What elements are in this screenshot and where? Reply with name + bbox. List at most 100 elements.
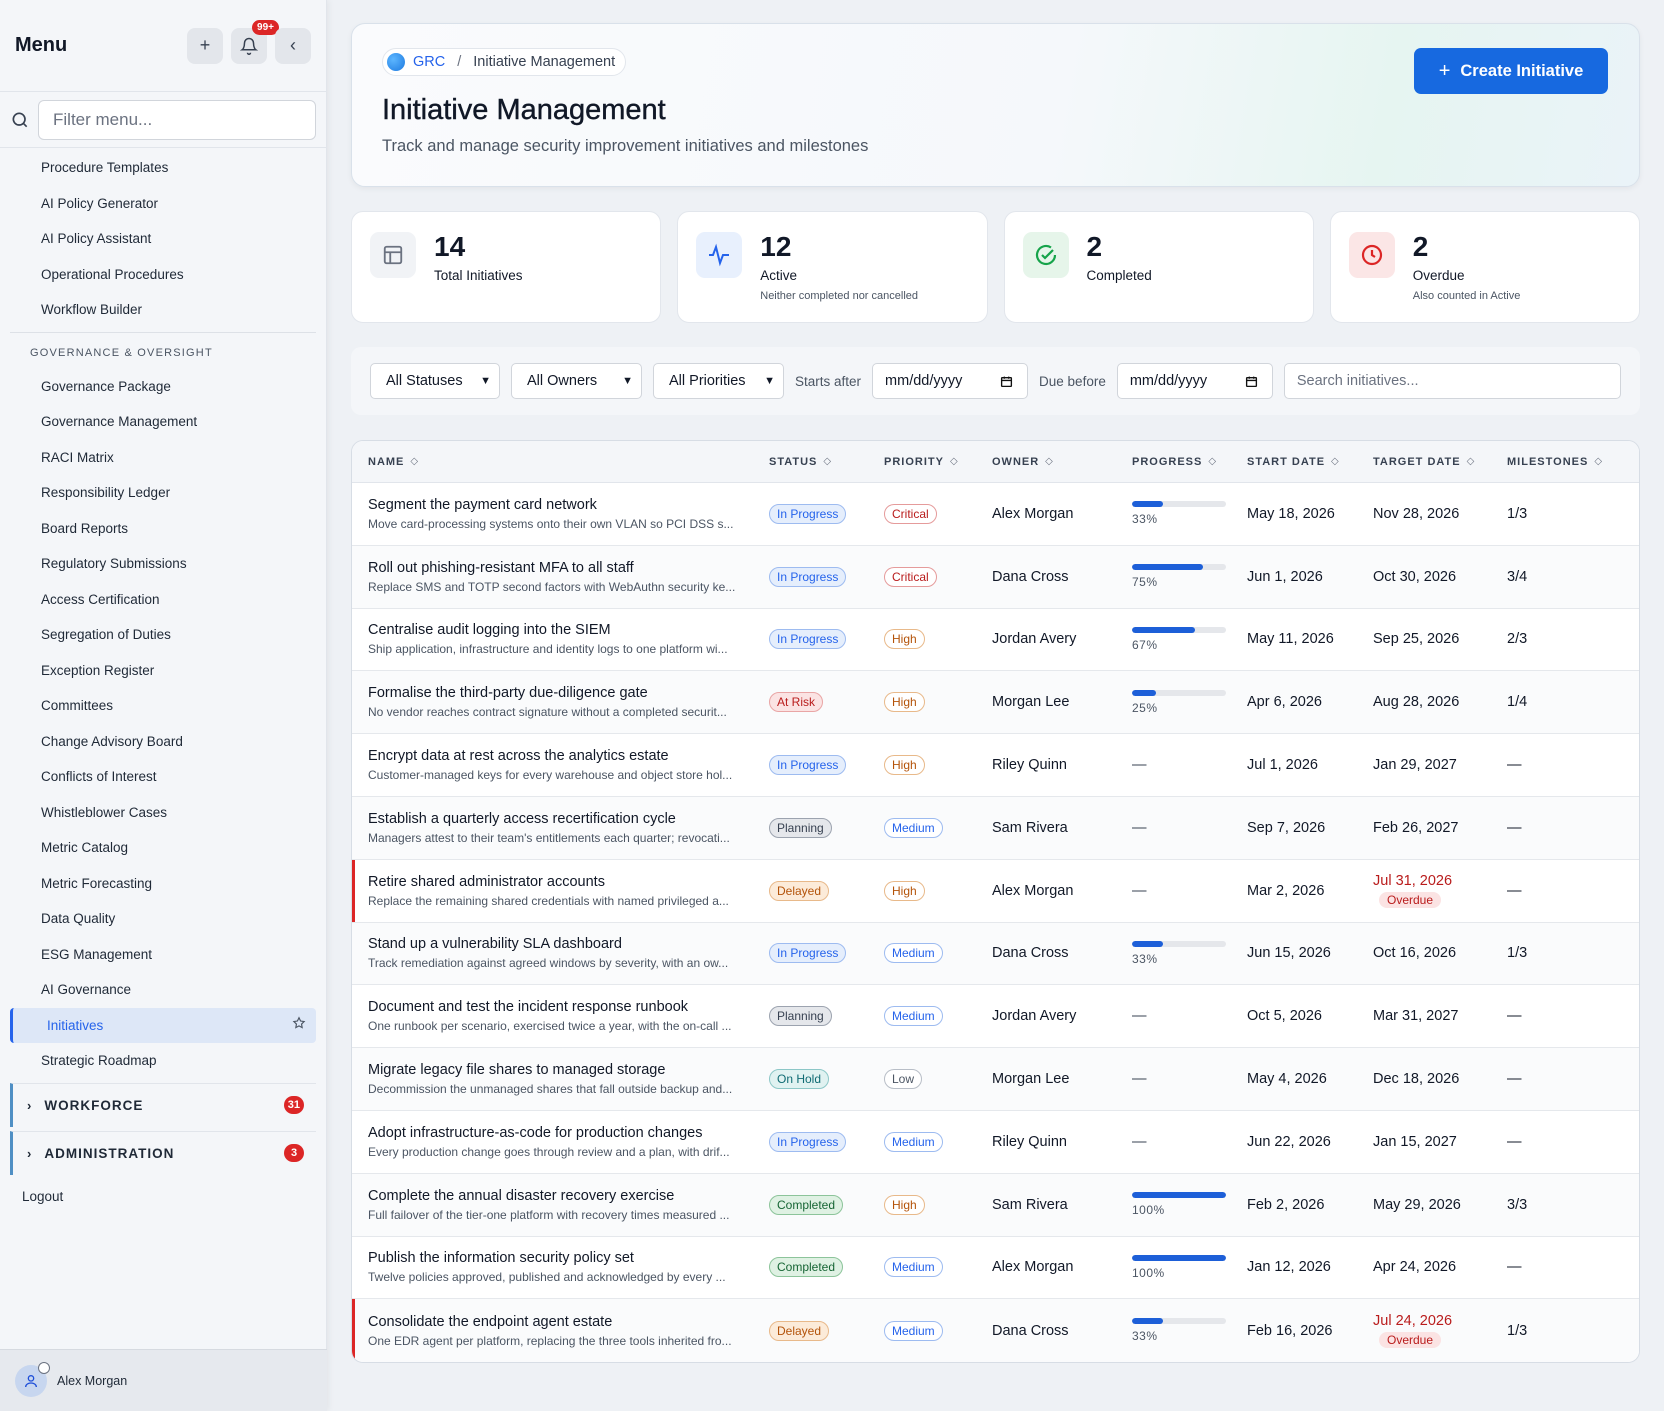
- column-header-status[interactable]: STATUS ◇: [769, 456, 884, 468]
- initiative-name[interactable]: Migrate legacy file shares to managed st…: [368, 1062, 769, 1078]
- chevron-left-icon: ‹: [290, 35, 296, 55]
- status-cell: Planning: [769, 1006, 884, 1027]
- breadcrumb-separator: /: [457, 54, 462, 70]
- sidebar-item-change-advisory-board[interactable]: Change Advisory Board: [0, 724, 326, 760]
- progress-empty: —: [1132, 1133, 1147, 1150]
- sidebar-group-workforce[interactable]: › WORKFORCE 31: [10, 1082, 316, 1127]
- initiative-name[interactable]: Encrypt data at rest across the analytic…: [368, 748, 769, 764]
- sidebar-item-ai-policy-assistant[interactable]: AI Policy Assistant: [0, 221, 326, 257]
- sidebar-item-exception-register[interactable]: Exception Register: [0, 653, 326, 689]
- initiative-name[interactable]: Stand up a vulnerability SLA dashboard: [368, 936, 769, 952]
- progress-empty: —: [1132, 1071, 1147, 1088]
- initiative-name[interactable]: Roll out phishing-resistant MFA to all s…: [368, 560, 769, 576]
- sidebar-item-workflow-builder[interactable]: Workflow Builder: [0, 292, 326, 328]
- column-header-name[interactable]: NAME ◇: [352, 456, 769, 468]
- sidebar-item-operational-procedures[interactable]: Operational Procedures: [0, 257, 326, 293]
- column-header-target-date[interactable]: TARGET DATE ◇: [1373, 456, 1507, 468]
- notifications-button[interactable]: 99+: [231, 19, 279, 64]
- status-cell: At Risk: [769, 692, 884, 713]
- search-initiatives-input[interactable]: Search initiatives...: [1283, 363, 1621, 399]
- table-row[interactable]: Consolidate the endpoint agent estate One…: [352, 1299, 1639, 1363]
- column-header-milestones[interactable]: MILESTONES ◇: [1507, 456, 1617, 468]
- sidebar-item-strategic-roadmap[interactable]: Strategic Roadmap: [0, 1043, 326, 1079]
- table-row[interactable]: Establish a quarterly access recertifica…: [352, 796, 1639, 860]
- table-row[interactable]: Centralise audit logging into the SIEM Sh…: [352, 609, 1639, 672]
- initiative-name[interactable]: Publish the information security policy …: [368, 1250, 769, 1266]
- table-row[interactable]: Retire shared administrator accounts Repl…: [352, 859, 1639, 923]
- sidebar-item-governance-management[interactable]: Governance Management: [0, 404, 326, 440]
- status-cell: In Progress: [769, 629, 884, 650]
- sidebar-item-whistleblower-cases[interactable]: Whistleblower Cases: [0, 795, 326, 831]
- table-row[interactable]: Publish the information security policy …: [352, 1237, 1639, 1300]
- owner-filter[interactable]: All Owners ▼: [511, 363, 642, 399]
- initiative-name[interactable]: Centralise audit logging into the SIEM: [368, 622, 769, 638]
- sidebar-item-metric-catalog[interactable]: Metric Catalog: [0, 830, 326, 866]
- breadcrumb-root[interactable]: GRC: [413, 54, 445, 70]
- create-initiative-button[interactable]: + Create Initiative: [1414, 48, 1608, 94]
- owner-cell: Morgan Lee: [992, 694, 1070, 711]
- sidebar-item-conflicts-of-interest[interactable]: Conflicts of Interest: [0, 759, 326, 795]
- plus-icon: +: [1438, 59, 1451, 82]
- user-profile[interactable]: Alex Morgan: [0, 1349, 327, 1411]
- sidebar-item-metric-forecasting[interactable]: Metric Forecasting: [0, 866, 326, 902]
- table-row[interactable]: Roll out phishing-resistant MFA to all s…: [352, 545, 1639, 609]
- sidebar-item-ai-policy-generator[interactable]: AI Policy Generator: [0, 186, 326, 222]
- starts-after-input[interactable]: mm/dd/yyyy: [872, 363, 1029, 399]
- sidebar-item-esg-management[interactable]: ESG Management: [0, 937, 326, 973]
- table-row[interactable]: Migrate legacy file shares to managed st…: [352, 1048, 1639, 1111]
- sidebar-group-administration[interactable]: › ADMINISTRATION 3: [10, 1130, 316, 1175]
- table-row[interactable]: Adopt infrastructure-as-code for product…: [352, 1111, 1639, 1174]
- sidebar-item-governance-package[interactable]: Governance Package: [0, 369, 326, 405]
- sidebar-item-data-quality[interactable]: Data Quality: [0, 901, 326, 937]
- sidebar-item-raci-matrix[interactable]: RACI Matrix: [0, 440, 326, 476]
- status-cell: Delayed: [769, 880, 884, 901]
- initiative-name[interactable]: Establish a quarterly access recertifica…: [368, 811, 769, 827]
- status-cell: In Progress: [769, 1131, 884, 1152]
- sidebar-item-responsibility-ledger[interactable]: Responsibility Ledger: [0, 475, 326, 511]
- sidebar-item-access-certification[interactable]: Access Certification: [0, 582, 326, 618]
- sidebar-item-board-reports[interactable]: Board Reports: [0, 511, 326, 547]
- initiative-name[interactable]: Retire shared administrator accounts: [368, 874, 769, 890]
- initiative-name[interactable]: Consolidate the endpoint agent estate: [368, 1314, 769, 1330]
- initiative-name[interactable]: Document and test the incident response …: [368, 999, 769, 1015]
- priority-cell: High: [884, 692, 992, 713]
- target-date-cell: Jul 31, 2026 Overdue: [1373, 873, 1507, 909]
- table-row[interactable]: Document and test the incident response …: [352, 985, 1639, 1049]
- initiative-name[interactable]: Formalise the third-party due-diligence …: [368, 685, 769, 701]
- progress-cell: 75%: [1132, 564, 1247, 589]
- table-row[interactable]: Complete the annual disaster recovery ex…: [352, 1173, 1639, 1237]
- sidebar-item-ai-governance[interactable]: AI Governance: [0, 972, 326, 1008]
- sidebar-item-regulatory-submissions[interactable]: Regulatory Submissions: [0, 546, 326, 582]
- sidebar-item-segregation-of-duties[interactable]: Segregation of Duties: [0, 617, 326, 653]
- menu-filter-input[interactable]: [38, 99, 316, 140]
- table-row[interactable]: Stand up a vulnerability SLA dashboard Tr…: [352, 922, 1639, 986]
- table-row[interactable]: Formalise the third-party due-diligence …: [352, 671, 1639, 735]
- add-button[interactable]: +: [187, 27, 223, 64]
- initiative-name[interactable]: Complete the annual disaster recovery ex…: [368, 1188, 769, 1204]
- stat-card-total-initiatives: 14 Total Initiatives: [351, 211, 662, 323]
- priority-cell: High: [884, 880, 992, 901]
- sidebar-item-procedure-templates[interactable]: Procedure Templates: [0, 150, 326, 186]
- column-header-priority[interactable]: PRIORITY ◇: [884, 456, 992, 468]
- column-header-start-date[interactable]: START DATE ◇: [1247, 456, 1373, 468]
- due-before-input[interactable]: mm/dd/yyyy: [1116, 363, 1273, 399]
- sidebar-item-initiatives[interactable]: Initiatives: [10, 1007, 316, 1043]
- initiative-name[interactable]: Segment the payment card network: [368, 497, 769, 513]
- column-header-progress[interactable]: PROGRESS ◇: [1132, 456, 1247, 468]
- starts-after-placeholder: mm/dd/yyyy: [885, 373, 963, 389]
- sidebar-item-committees[interactable]: Committees: [0, 688, 326, 724]
- milestones-cell: —: [1507, 1008, 1522, 1025]
- star-icon[interactable]: [292, 1015, 306, 1033]
- progress-text: 33%: [1132, 1329, 1158, 1344]
- table-row[interactable]: Segment the payment card network Move car…: [352, 483, 1639, 546]
- start-date-cell: Jan 12, 2026: [1247, 1259, 1331, 1276]
- priority-filter[interactable]: All Priorities ▼: [653, 363, 784, 399]
- priority-cell: High: [884, 629, 992, 650]
- logout-link[interactable]: Logout: [0, 1179, 326, 1215]
- column-header-owner[interactable]: OWNER ◇: [992, 456, 1132, 468]
- collapse-sidebar-button[interactable]: ‹: [275, 27, 311, 64]
- initiative-description: Managers attest to their team's entitlem…: [368, 830, 730, 845]
- table-row[interactable]: Encrypt data at rest across the analytic…: [352, 734, 1639, 797]
- initiative-name[interactable]: Adopt infrastructure-as-code for product…: [368, 1125, 769, 1141]
- status-filter[interactable]: All Statuses ▼: [370, 363, 500, 399]
